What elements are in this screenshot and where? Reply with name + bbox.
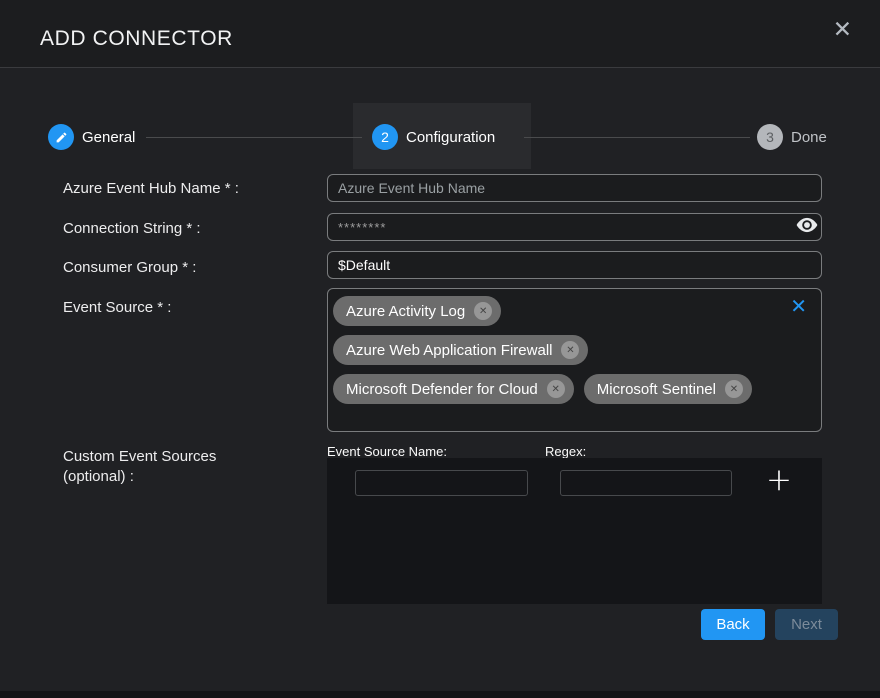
dialog-title: ADD CONNECTOR [40, 27, 233, 51]
edit-pencil-icon [55, 131, 68, 144]
custom-label-line2: (optional) : [63, 468, 134, 485]
custom-event-sources-label: Custom Event Sources (optional) : [63, 447, 216, 487]
step-connector-line [524, 137, 750, 138]
tag-remove-icon[interactable]: ✕ [561, 341, 579, 359]
step-configuration-number: 2 [381, 129, 389, 145]
tag-remove-icon[interactable]: ✕ [547, 380, 565, 398]
step-connector-line [146, 137, 362, 138]
event-source-tag: Microsoft Sentinel ✕ [584, 374, 752, 404]
tag-label: Azure Activity Log [346, 303, 465, 320]
custom-label-line1: Custom Event Sources [63, 448, 216, 465]
back-button[interactable]: Back [701, 609, 765, 640]
step-done-circle[interactable]: 3 [757, 124, 783, 150]
step-done-label[interactable]: Done [791, 129, 827, 146]
step-general-circle[interactable] [48, 124, 74, 150]
event-source-tag: Microsoft Defender for Cloud ✕ [333, 374, 574, 404]
consumer-group-input[interactable] [327, 251, 822, 279]
step-general-label[interactable]: General [82, 129, 135, 146]
close-icon[interactable]: ✕ [833, 18, 852, 41]
event-source-tag: Azure Activity Log ✕ [333, 296, 501, 326]
custom-event-sources-panel: + [327, 458, 822, 604]
next-button[interactable]: Next [775, 609, 838, 640]
event-source-tag: Azure Web Application Firewall ✕ [333, 335, 588, 365]
show-password-eye-icon[interactable] [796, 217, 820, 237]
custom-event-source-regex-input[interactable] [560, 470, 732, 496]
dialog-bottom-edge [0, 691, 880, 698]
tag-label: Azure Web Application Firewall [346, 342, 552, 359]
dialog-header: ADD CONNECTOR ✕ [0, 0, 880, 68]
regex-label: Regex: [545, 444, 586, 459]
tag-label: Microsoft Defender for Cloud [346, 381, 538, 398]
add-connector-dialog: ADD CONNECTOR ✕ General 2 Configuration … [0, 0, 880, 698]
step-done-number: 3 [766, 129, 774, 145]
connection-string-input[interactable] [327, 213, 822, 241]
event-hub-name-label: Azure Event Hub Name * : [63, 180, 239, 197]
tag-remove-icon[interactable]: ✕ [725, 380, 743, 398]
tag-label: Microsoft Sentinel [597, 381, 716, 398]
event-hub-name-input[interactable] [327, 174, 822, 202]
event-source-name-label: Event Source Name: [327, 444, 447, 459]
custom-event-source-name-input[interactable] [355, 470, 528, 496]
add-custom-source-plus-icon[interactable]: + [766, 464, 792, 496]
event-source-label: Event Source * : [63, 299, 171, 316]
event-source-multiselect[interactable]: Azure Activity Log ✕ Azure Web Applicati… [327, 288, 822, 432]
consumer-group-label: Consumer Group * : [63, 259, 196, 276]
connection-string-label: Connection String * : [63, 220, 201, 237]
event-source-clear-all-icon[interactable]: ✕ [790, 297, 807, 317]
step-configuration-label[interactable]: Configuration [406, 129, 495, 146]
step-configuration-circle[interactable]: 2 [372, 124, 398, 150]
tag-remove-icon[interactable]: ✕ [474, 302, 492, 320]
